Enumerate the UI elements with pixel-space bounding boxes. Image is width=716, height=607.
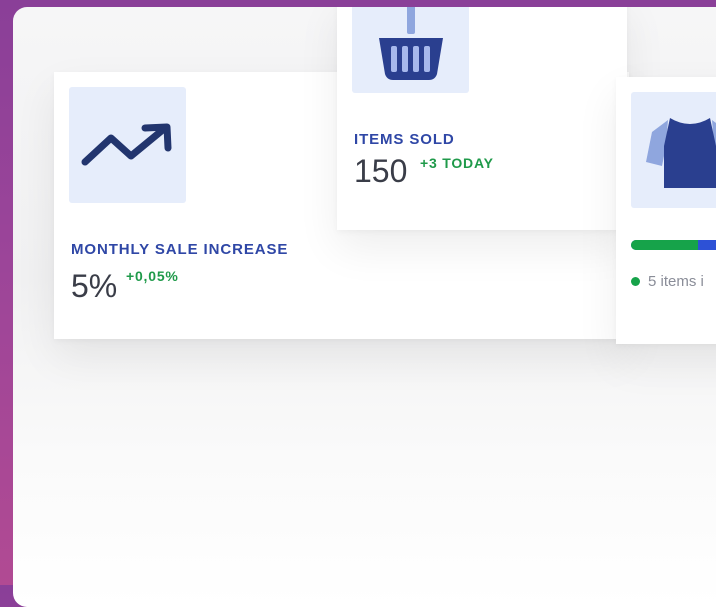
metric-delta: +3 TODAY xyxy=(420,155,494,171)
items-sold-card[interactable]: ITEMS SOLD 150 +3 TODAY xyxy=(337,7,627,230)
shopping-basket-icon xyxy=(371,7,451,90)
status-dot-icon xyxy=(631,277,640,286)
icon-container xyxy=(69,87,186,203)
metric-value: 150 xyxy=(354,153,407,190)
trending-up-icon xyxy=(81,120,175,170)
card-title: ITEMS SOLD xyxy=(354,131,455,148)
metric-value: 5% xyxy=(71,268,117,305)
stock-card[interactable]: 5 items i xyxy=(616,77,716,344)
shirt-icon xyxy=(640,110,716,190)
icon-container xyxy=(352,7,469,93)
metric-delta: +0,05% xyxy=(126,268,179,284)
stock-status-text: 5 items i xyxy=(648,273,704,290)
stock-status: 5 items i xyxy=(631,273,704,290)
icon-container xyxy=(631,92,716,208)
dashboard-panel: MONTHLY SALE INCREASE 5% +0,05% ITEMS SO… xyxy=(13,7,716,607)
card-title: MONTHLY SALE INCREASE xyxy=(71,241,288,258)
stock-progress-bar xyxy=(631,240,716,250)
stock-progress-fill xyxy=(631,240,698,250)
stock-progress-rest xyxy=(698,240,716,250)
